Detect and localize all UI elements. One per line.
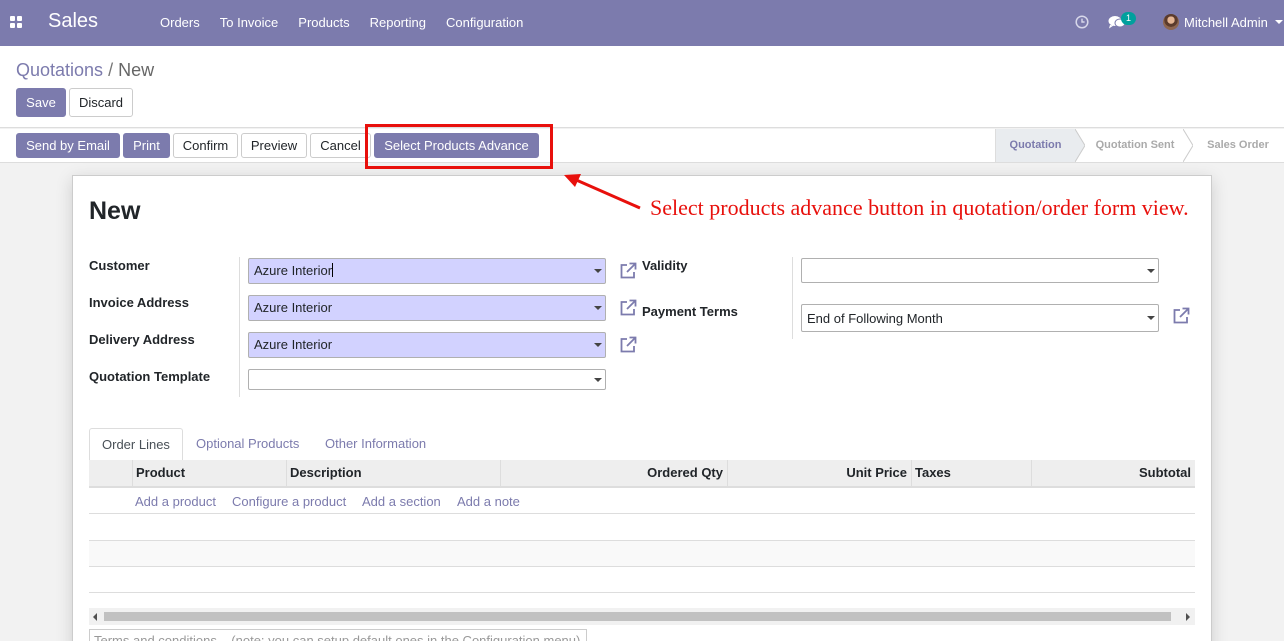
- add-note-link[interactable]: Add a note: [457, 494, 520, 509]
- validity-label: Validity: [642, 258, 688, 273]
- scrollbar-thumb[interactable]: [104, 612, 1171, 621]
- text-cursor: [332, 263, 334, 277]
- annotation-arrow-icon: [564, 174, 641, 210]
- chevron-down-icon[interactable]: [594, 343, 602, 347]
- quotation-template-field[interactable]: [248, 369, 606, 390]
- send-by-email-button[interactable]: Send by Email: [16, 133, 120, 158]
- menu-item-products[interactable]: Products: [288, 0, 359, 46]
- cancel-button[interactable]: Cancel: [310, 133, 371, 158]
- tab-order-lines[interactable]: Order Lines: [89, 428, 183, 461]
- add-section-link[interactable]: Add a section: [362, 494, 441, 509]
- tab-other-information[interactable]: Other Information: [313, 428, 438, 461]
- chevron-down-icon[interactable]: [594, 378, 602, 382]
- delivery-address-field[interactable]: Azure Interior: [248, 332, 606, 358]
- notebook-tabs: Order Lines Optional Products Other Info…: [89, 428, 1195, 461]
- chevron-down-icon[interactable]: [594, 269, 602, 273]
- confirm-button[interactable]: Confirm: [173, 133, 238, 158]
- tab-optional-products[interactable]: Optional Products: [184, 428, 311, 461]
- table-row: [89, 567, 1195, 593]
- breadcrumb-quotations[interactable]: Quotations: [16, 60, 103, 80]
- menu-item-to-invoice[interactable]: To Invoice: [210, 0, 289, 46]
- scroll-left-icon[interactable]: [93, 613, 97, 621]
- menu-item-configuration[interactable]: Configuration: [436, 0, 533, 46]
- column-unit-price[interactable]: Unit Price: [727, 460, 911, 486]
- chevron-down-icon[interactable]: [1147, 316, 1155, 320]
- status-step-quotation[interactable]: Quotation: [995, 129, 1075, 162]
- breadcrumb: Quotations / New: [16, 60, 154, 81]
- delivery-address-label: Delivery Address: [89, 332, 195, 347]
- column-product[interactable]: Product: [132, 460, 286, 486]
- status-step-sales-order[interactable]: Sales Order: [1195, 129, 1281, 162]
- avatar[interactable]: [1163, 14, 1179, 30]
- external-link-icon[interactable]: [618, 335, 638, 355]
- status-separator: [1075, 129, 1085, 162]
- chevron-down-icon[interactable]: [1147, 269, 1155, 273]
- customer-label: Customer: [89, 258, 150, 273]
- app-brand[interactable]: Sales: [48, 10, 98, 33]
- top-navbar: Sales Orders To Invoice Products Reporti…: [0, 0, 1284, 46]
- customer-field[interactable]: Azure Interior: [248, 258, 606, 284]
- save-button[interactable]: Save: [16, 88, 66, 117]
- external-link-icon[interactable]: [618, 298, 638, 318]
- menu-item-orders[interactable]: Orders: [150, 0, 210, 46]
- column-ordered-qty[interactable]: Ordered Qty: [500, 460, 727, 486]
- invoice-address-field[interactable]: Azure Interior: [248, 295, 606, 321]
- column-description[interactable]: Description: [286, 460, 500, 486]
- menu-item-reporting[interactable]: Reporting: [360, 0, 436, 46]
- record-title: New: [89, 197, 141, 225]
- invoice-address-value: Azure Interior: [254, 300, 333, 315]
- terms-conditions-field[interactable]: Terms and conditions... (note: you can s…: [89, 629, 587, 641]
- invoice-address-label: Invoice Address: [89, 295, 189, 310]
- discard-button[interactable]: Discard: [69, 88, 133, 117]
- control-panel: Quotations / New Save Discard: [0, 46, 1284, 128]
- breadcrumb-current: New: [118, 60, 155, 80]
- table-header: Product Description Ordered Qty Unit Pri…: [89, 460, 1195, 488]
- messages-count-badge: 1: [1121, 12, 1136, 25]
- user-menu-name[interactable]: Mitchell Admin: [1184, 15, 1268, 30]
- statusbar: Quotation Quotation Sent Sales Order: [995, 129, 1284, 162]
- quotation-template-label: Quotation Template: [89, 369, 211, 384]
- payment-terms-field[interactable]: End of Following Month: [801, 304, 1159, 332]
- external-link-icon[interactable]: [618, 261, 638, 281]
- preview-button[interactable]: Preview: [241, 133, 307, 158]
- horizontal-scrollbar[interactable]: [89, 608, 1195, 625]
- column-taxes[interactable]: Taxes: [911, 460, 1031, 486]
- chevron-down-icon[interactable]: [594, 306, 602, 310]
- clock-icon[interactable]: [1075, 15, 1089, 29]
- configure-product-link[interactable]: Configure a product: [232, 494, 346, 509]
- table-row: [89, 515, 1195, 541]
- table-row: [89, 541, 1195, 567]
- delivery-address-value: Azure Interior: [254, 337, 333, 352]
- column-subtotal[interactable]: Subtotal: [1031, 460, 1195, 486]
- print-button[interactable]: Print: [123, 133, 170, 158]
- breadcrumb-separator: /: [108, 60, 114, 80]
- add-product-link[interactable]: Add a product: [135, 494, 216, 509]
- chevron-down-icon[interactable]: [1275, 20, 1283, 24]
- annotation-text: Select products advance button in quotat…: [650, 195, 1189, 220]
- validity-field[interactable]: [801, 258, 1159, 283]
- table-row-add: Add a product Configure a product Add a …: [89, 488, 1195, 514]
- main-menu: Orders To Invoice Products Reporting Con…: [150, 0, 533, 46]
- apps-icon[interactable]: [10, 16, 23, 29]
- scroll-right-icon[interactable]: [1186, 613, 1190, 621]
- payment-terms-label: Payment Terms: [642, 304, 738, 319]
- status-step-quotation-sent[interactable]: Quotation Sent: [1087, 129, 1183, 162]
- status-separator: [1183, 129, 1193, 162]
- highlight-box: [365, 124, 553, 169]
- group-divider: [239, 257, 240, 397]
- group-divider: [792, 257, 793, 339]
- payment-terms-value: End of Following Month: [807, 311, 943, 326]
- external-link-icon[interactable]: [1171, 306, 1191, 326]
- customer-value: Azure Interior: [254, 263, 333, 278]
